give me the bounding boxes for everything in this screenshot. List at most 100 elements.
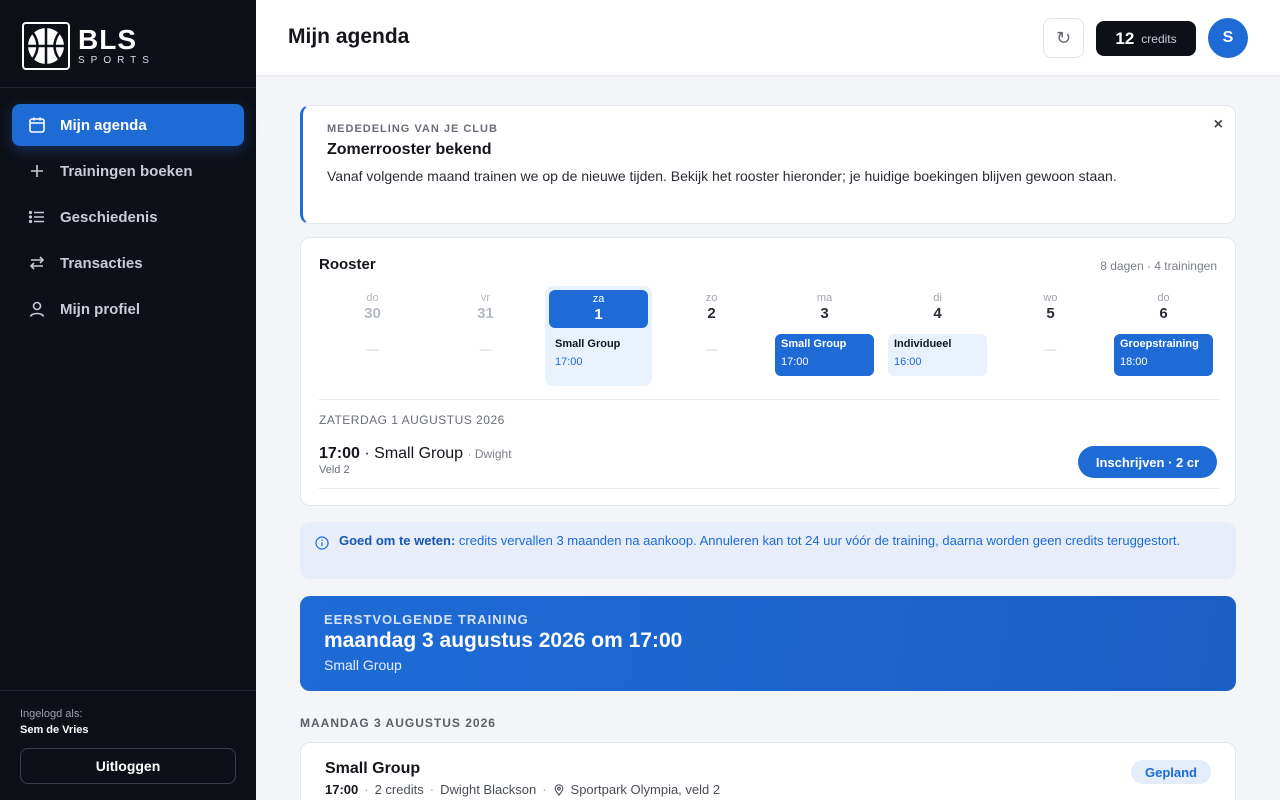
sidebar-item-transacties[interactable]: Transacties <box>12 242 244 284</box>
event-time: 16:00 <box>894 356 922 368</box>
day-column[interactable]: ma 3 Small Group 17:00 <box>771 286 878 386</box>
sidebar-bottom-divider <box>0 690 256 691</box>
meta-separator: · <box>542 782 547 797</box>
info-notice: Goed om te weten: credits vervallen 3 ma… <box>300 522 1236 579</box>
day-number: 4 <box>933 305 942 322</box>
day-name: ma <box>816 292 833 304</box>
day-number: 1 <box>594 306 603 323</box>
brand-name: BLS <box>78 24 137 55</box>
schedule-event[interactable]: Individueel 16:00 <box>888 334 987 376</box>
training-credits: 2 credits <box>374 782 424 797</box>
event-time: 18:00 <box>1120 356 1148 368</box>
day-name: wo <box>1043 292 1058 304</box>
info-text: Goed om te weten: credits vervallen 3 ma… <box>339 532 1199 550</box>
user-icon <box>29 301 45 317</box>
day-number: 5 <box>1046 305 1055 322</box>
schedule-divider <box>319 488 1219 489</box>
sidebar-item-label: Trainingen boeken <box>60 162 193 180</box>
day-column[interactable]: di 4 Individueel 16:00 <box>884 286 991 386</box>
page-title: Mijn agenda <box>288 25 410 48</box>
training-title: Small Group <box>325 760 421 777</box>
event-name: Small Group <box>555 338 621 350</box>
credits-balance[interactable]: 12 credits <box>1096 21 1196 56</box>
brand-logo[interactable]: BLS SPORTS <box>22 22 155 70</box>
basketball-logo-icon <box>22 22 70 70</box>
logged-in-label: Ingelogd als: <box>20 708 83 720</box>
sidebar-item-mijn-profiel[interactable]: Mijn profiel <box>12 288 244 330</box>
plus-icon <box>31 165 43 177</box>
day-number: 30 <box>364 305 381 322</box>
logged-in-user-name: Sem de Vries <box>20 724 89 736</box>
sidebar-divider <box>0 87 256 88</box>
info-icon <box>315 536 329 550</box>
day-name: do <box>366 292 379 304</box>
schedule-event[interactable]: Small Group 17:00 <box>549 334 648 376</box>
next-training-kicker: EERSTVOLGENDE TRAINING <box>324 612 529 627</box>
sidebar-item-mijn-agenda[interactable]: Mijn agenda <box>12 104 244 146</box>
info-bold: Goed om te weten: <box>339 533 456 548</box>
day-empty-marker: — <box>479 342 492 356</box>
training-location: Sportpark Olympia, veld 2 <box>570 782 721 797</box>
refresh-icon: ↻ <box>1055 27 1072 48</box>
selected-training-separator: · <box>359 445 375 462</box>
day-empty-marker: — <box>366 342 379 356</box>
enroll-button[interactable]: Inschrijven · 2 cr <box>1078 446 1217 478</box>
day-name: do <box>1157 292 1170 304</box>
day-column[interactable]: wo 5 — <box>997 286 1104 386</box>
sidebar-item-label: Mijn agenda <box>60 116 147 134</box>
selected-training-field: Veld 2 <box>319 464 350 476</box>
sidebar-item-geschiedenis[interactable]: Geschiedenis <box>12 196 244 238</box>
event-name: Individueel <box>894 338 952 350</box>
brand-tagline: SPORTS <box>78 55 155 66</box>
meta-separator: · <box>429 782 435 797</box>
info-body: credits vervallen 3 maanden na aankoop. … <box>455 533 1181 548</box>
refresh-button[interactable]: ↻ <box>1043 18 1084 58</box>
meta-separator: · <box>364 782 369 797</box>
calendar-icon <box>29 117 45 133</box>
club-announcement: MEDEDELING VAN JE CLUB Zomerrooster beke… <box>300 105 1236 224</box>
day-number: 2 <box>707 305 716 322</box>
training-card[interactable]: Small Group 17:00 · 2 credits · Dwight B… <box>300 742 1236 800</box>
sidebar-item-label: Mijn profiel <box>60 300 140 318</box>
day-column[interactable]: do 6 Groepstraining 18:00 <box>1110 286 1217 386</box>
training-trainer: Dwight Blackson <box>440 782 537 797</box>
close-icon[interactable]: × <box>1214 116 1223 134</box>
swap-icon <box>29 256 45 270</box>
day-column[interactable]: zo 2 — <box>658 286 765 386</box>
announcement-body: Vanaf volgende maand trainen we op de ni… <box>327 168 1117 184</box>
sidebar-item-label: Geschiedenis <box>60 208 158 226</box>
selected-date-heading: ZATERDAG 1 AUGUSTUS 2026 <box>319 413 505 427</box>
sidebar-item-label: Transacties <box>60 254 143 272</box>
schedule-event[interactable]: Groepstraining 18:00 <box>1114 334 1213 376</box>
day-heading: MAANDAG 3 AUGUSTUS 2026 <box>300 716 496 730</box>
selected-training-name: Small Group <box>374 445 464 462</box>
announcement-title: Zomerrooster bekend <box>327 141 492 158</box>
sidebar: BLS SPORTS Mijn agenda Trainingen boeken… <box>0 0 256 800</box>
day-name: za <box>592 293 605 305</box>
credits-label: credits <box>1141 31 1177 46</box>
status-badge: Gepland <box>1130 760 1211 784</box>
event-time: 17:00 <box>781 356 809 368</box>
list-icon <box>28 210 44 224</box>
next-training-banner[interactable]: EERSTVOLGENDE TRAINING maandag 3 augustu… <box>300 596 1236 691</box>
day-name: di <box>933 292 942 304</box>
selected-training: 17:00 · Small Group · Dwight <box>319 445 512 463</box>
event-time: 17:00 <box>555 356 583 368</box>
day-column[interactable]: vr 31 — <box>432 286 539 386</box>
sidebar-item-trainingen-boeken[interactable]: Trainingen boeken <box>12 150 244 192</box>
day-empty-marker: — <box>1044 342 1057 356</box>
training-meta: 17:00 · 2 credits · Dwight Blackson · Sp… <box>325 782 720 797</box>
schedule-event[interactable]: Small Group 17:00 <box>775 334 874 376</box>
day-column-selected[interactable]: za 1 Small Group 17:00 <box>545 286 652 386</box>
selected-training-trainer: · Dwight <box>467 447 512 461</box>
event-name: Small Group <box>781 338 847 350</box>
day-column[interactable]: do 30 — <box>319 286 426 386</box>
location-pin-icon <box>554 783 563 796</box>
event-name: Groepstraining <box>1120 338 1199 350</box>
training-time: 17:00 <box>325 782 359 797</box>
logout-button[interactable]: Uitloggen <box>20 748 236 784</box>
avatar[interactable]: S <box>1208 18 1248 58</box>
schedule-title: Rooster <box>319 256 376 273</box>
day-number: 31 <box>477 305 494 322</box>
sidebar-nav: Mijn agenda Trainingen boeken Geschieden… <box>12 104 244 334</box>
